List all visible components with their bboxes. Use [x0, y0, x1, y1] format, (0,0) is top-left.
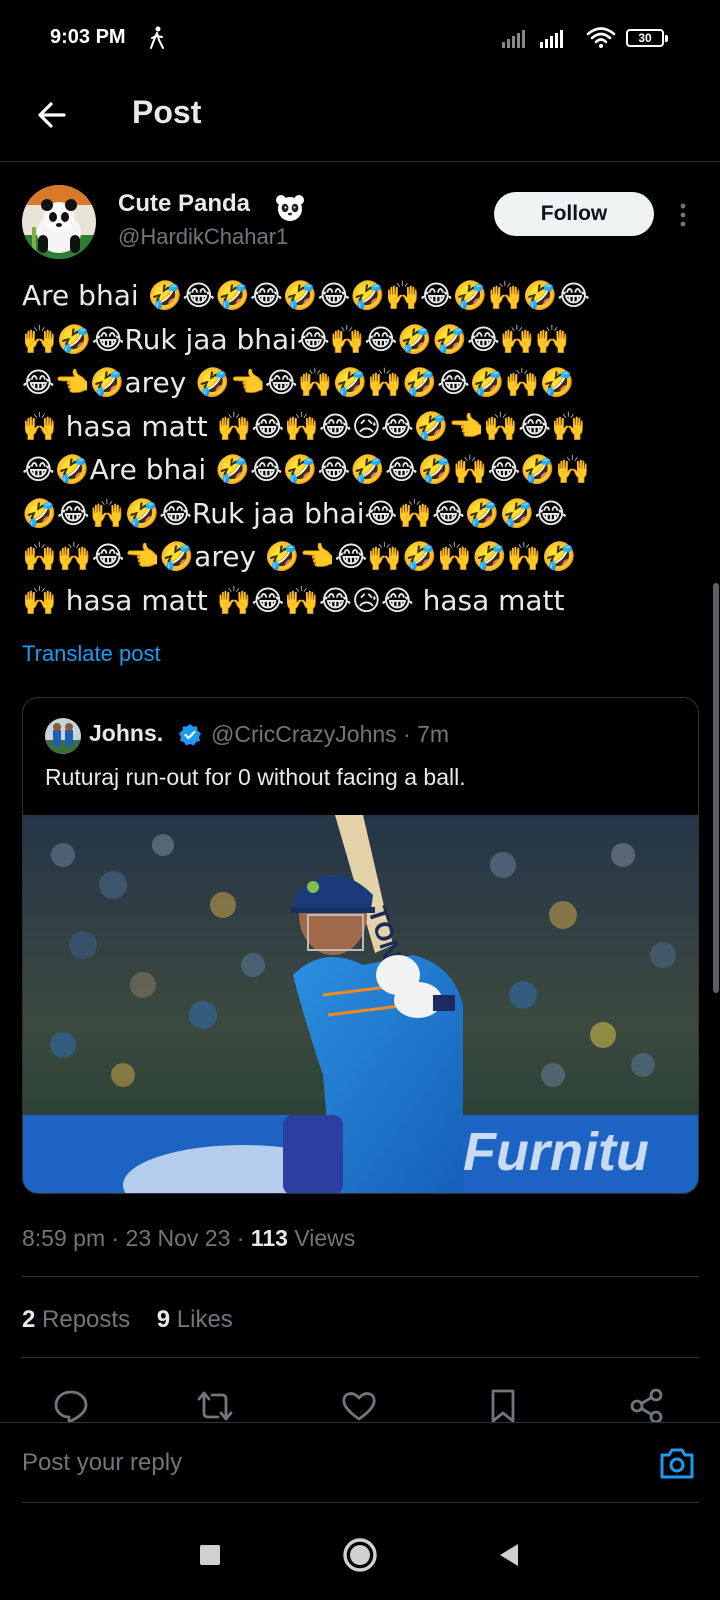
post-timestamp: 8:59 pm · 23 Nov 23 ·	[22, 1225, 251, 1251]
page-title: Post	[132, 94, 202, 130]
translate-post-link[interactable]: Translate post	[22, 641, 161, 667]
divider	[22, 1357, 699, 1358]
quoted-post-card[interactable]: Johns. @CricCrazyJohns · 7m Ruturaj run-…	[22, 697, 699, 1194]
recent-apps-icon[interactable]	[188, 1533, 232, 1577]
wifi-icon	[586, 27, 616, 48]
quoted-author-name[interactable]: Johns.	[89, 720, 163, 747]
post-line: 🙌🤣😂Ruk jaa bhai😂🙌😂🤣🤣😂🙌🙌	[22, 322, 570, 356]
board-text: Furnitu	[463, 1122, 649, 1182]
quoted-author-handle[interactable]: @CricCrazyJohns · 7m	[211, 721, 449, 748]
status-bar: 9:03 PM 30	[0, 0, 720, 80]
signal-icon	[502, 30, 525, 48]
post-line: 😂🤣Are bhai 🤣😂🤣😂🤣😂🤣🙌😂🤣🙌	[22, 453, 591, 486]
post-body: Are bhai 🤣😂🤣😂🤣😂🤣🙌😂🤣🙌🤣😂 🙌🤣😂Ruk jaa bhai😂🙌…	[22, 274, 702, 622]
reply-input[interactable]	[22, 1437, 622, 1489]
like-heart-icon[interactable]	[340, 1387, 378, 1425]
status-time: 9:03 PM	[50, 26, 126, 48]
back-arrow-icon[interactable]	[34, 97, 70, 133]
system-nav-bar	[0, 1503, 720, 1600]
more-options-icon[interactable]	[676, 200, 690, 230]
panda-face-icon	[276, 195, 304, 221]
quoted-post-text: Ruturaj run-out for 0 without facing a b…	[45, 764, 466, 790]
post-line: 🙌🙌😂👈🤣arey 🤣👈😂🙌🤣🙌🤣🙌🤣	[22, 540, 577, 573]
engagement-stats: 2 Reposts 9 Likes	[22, 1306, 233, 1334]
reply-icon[interactable]	[52, 1387, 90, 1425]
walking-icon	[150, 26, 164, 49]
post-line: 🙌 hasa matt 🙌😂🙌😂😥😂🤣👈🙌😂🙌	[22, 409, 586, 443]
scrollbar[interactable]	[713, 583, 719, 993]
post-line: 🤣😂🙌🤣😂Ruk jaa bhai😂🙌😂🤣🤣😂	[22, 496, 568, 530]
author-avatar[interactable]	[22, 185, 96, 259]
views-count: 113	[250, 1225, 288, 1251]
post-line: 🙌 hasa matt 🙌😂🙌😂😥😂 hasa matt	[22, 583, 565, 617]
home-icon[interactable]	[338, 1533, 382, 1577]
quoted-author-avatar[interactable]	[45, 718, 81, 754]
author-handle[interactable]: @HardikChahar1	[118, 224, 288, 250]
divider	[22, 1276, 699, 1277]
share-icon[interactable]	[628, 1387, 666, 1425]
top-bar: Post	[0, 80, 720, 162]
quoted-post-image[interactable]: Furnitu TON	[23, 815, 699, 1194]
back-nav-icon[interactable]	[488, 1533, 532, 1577]
bookmark-icon[interactable]	[484, 1387, 522, 1425]
post-line: 😂👈🤣arey 🤣👈😂🙌🤣🙌🤣😂🤣🙌🤣	[22, 366, 575, 399]
post-line: Are bhai 🤣😂🤣😂🤣😂🤣🙌😂🤣🙌🤣😂	[22, 279, 591, 312]
verified-badge-icon	[179, 724, 201, 746]
likes-stat[interactable]: 9 Likes	[157, 1306, 233, 1333]
author-name[interactable]: Cute Panda	[118, 190, 250, 218]
post-timestamp-views: 8:59 pm · 23 Nov 23 · 113 Views	[22, 1225, 355, 1252]
battery-indicator: 30	[626, 29, 668, 47]
reply-composer	[0, 1422, 720, 1502]
repost-icon[interactable]	[196, 1387, 234, 1425]
views-label: Views	[287, 1225, 356, 1251]
camera-icon[interactable]	[658, 1446, 696, 1480]
follow-button[interactable]: Follow	[494, 192, 654, 236]
reposts-stat[interactable]: 2 Reposts	[22, 1306, 130, 1333]
signal-icon-2	[540, 30, 563, 48]
